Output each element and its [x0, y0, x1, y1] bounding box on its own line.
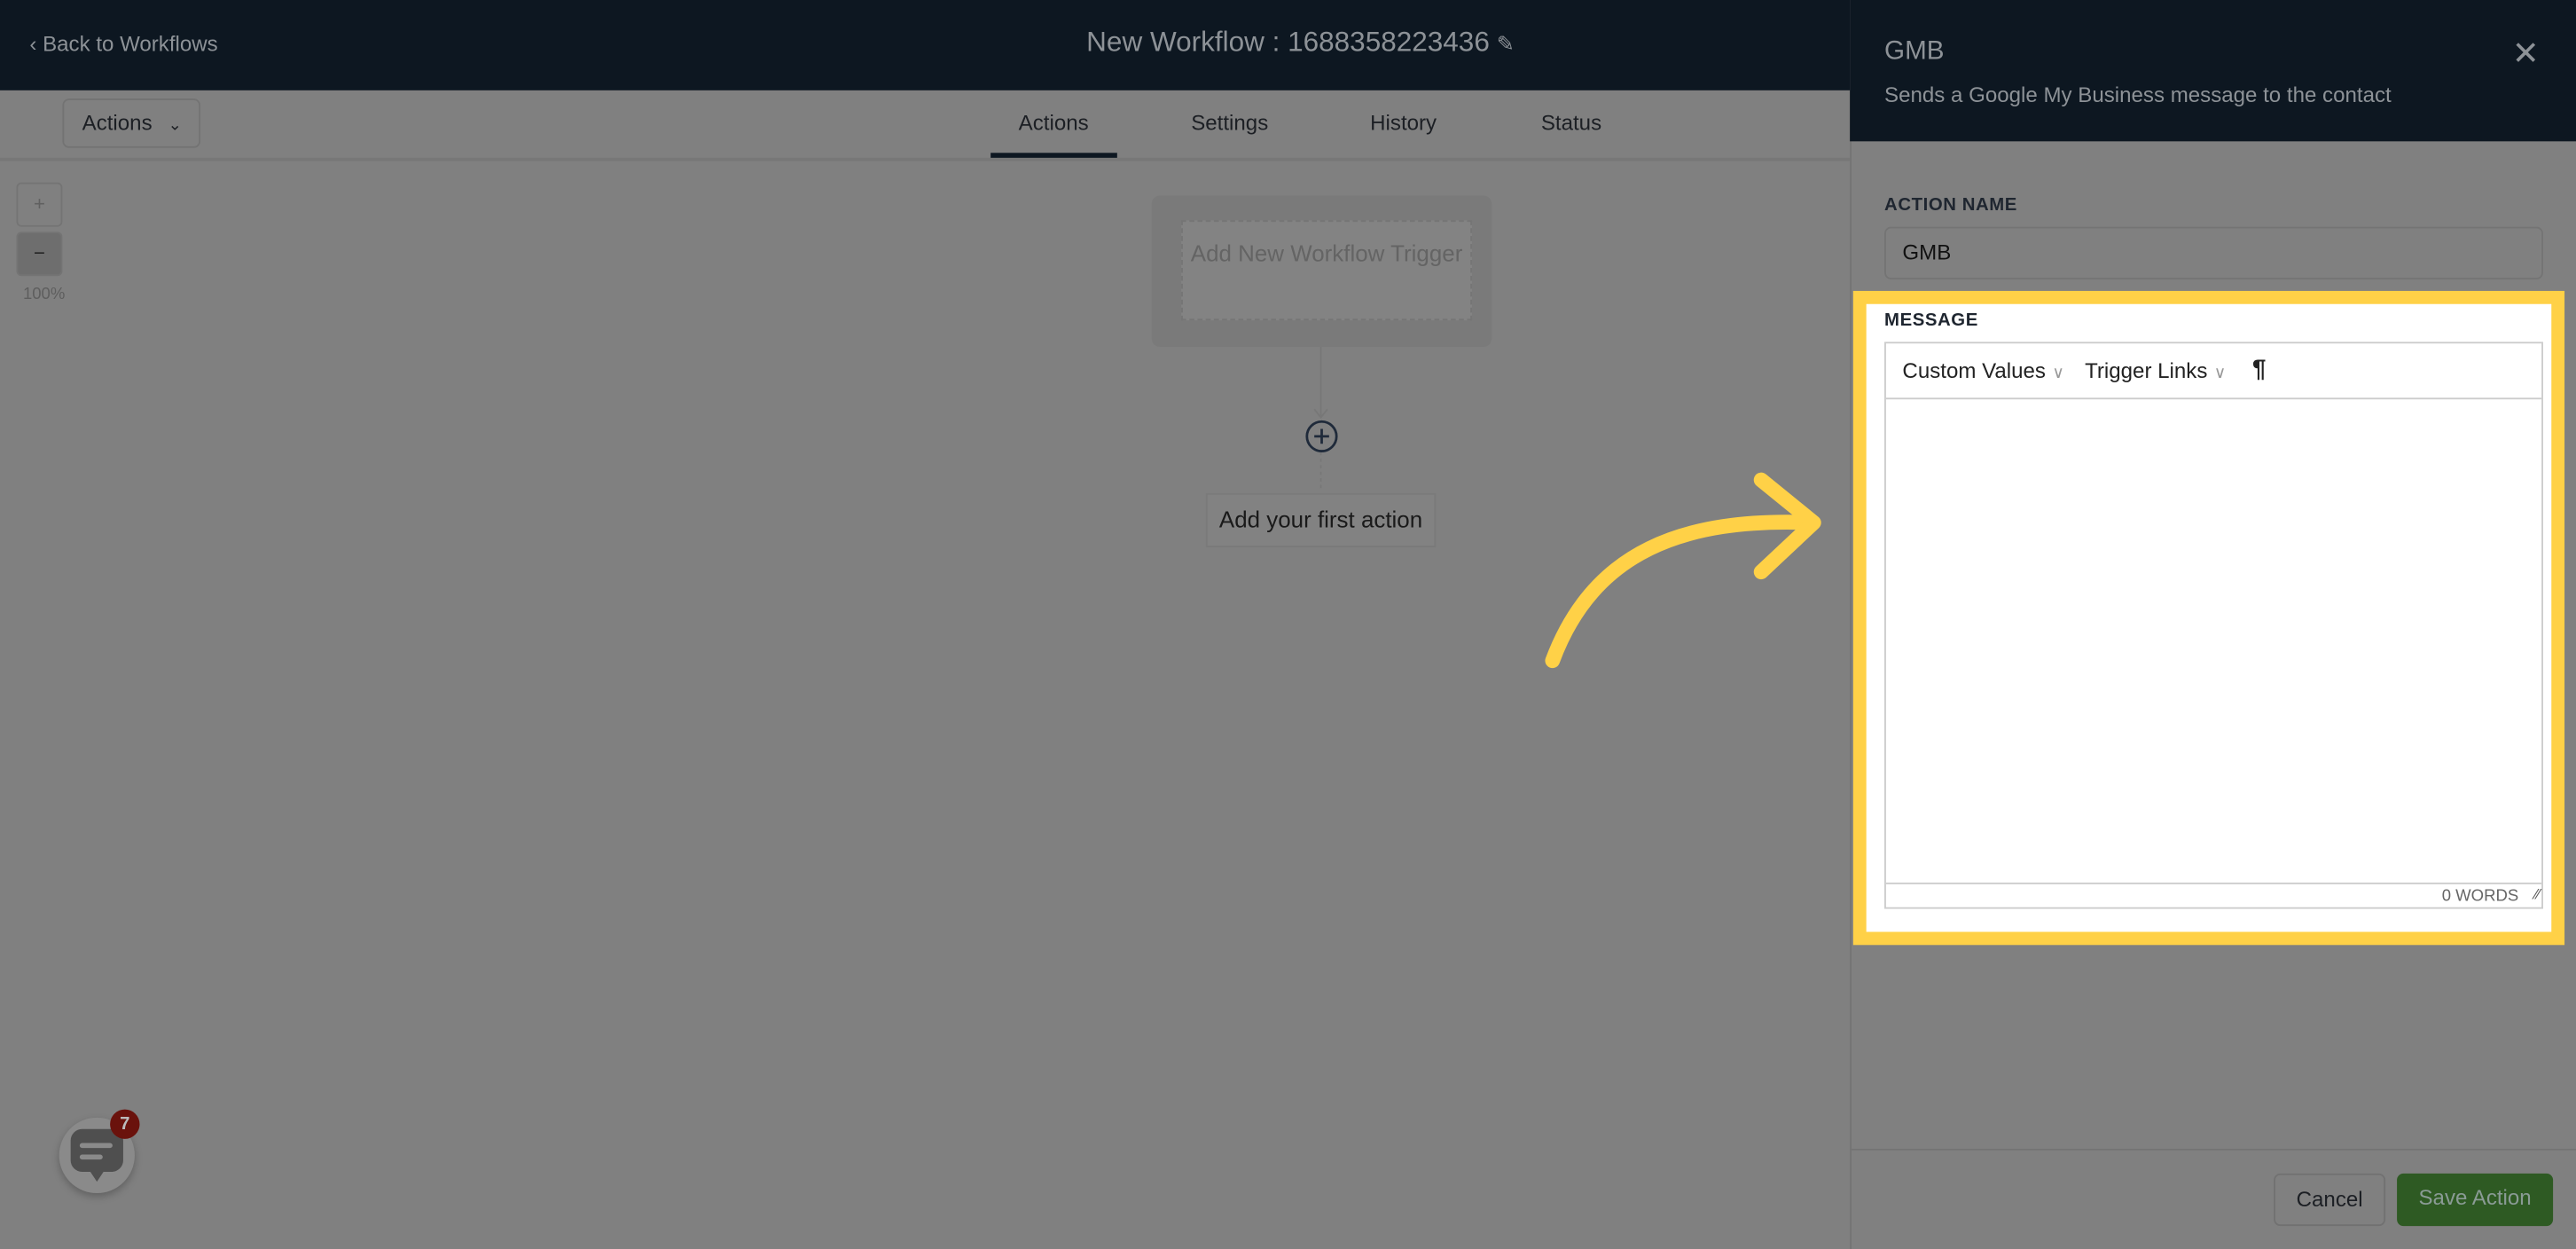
- message-label: MESSAGE: [1884, 310, 1978, 331]
- tab-settings[interactable]: Settings: [1191, 110, 1268, 135]
- add-trigger-button[interactable]: Add New Workflow Trigger: [1181, 220, 1473, 321]
- add-first-action-button[interactable]: Add your first action: [1205, 492, 1437, 547]
- actions-dropdown[interactable]: Actions ⌄: [62, 98, 201, 148]
- chevron-down-icon: ∨: [2052, 365, 2064, 383]
- tab-status[interactable]: Status: [1541, 110, 1601, 135]
- cancel-button[interactable]: Cancel: [2274, 1173, 2386, 1227]
- arrow-annotation-icon: [1545, 472, 1821, 669]
- action-name-label: ACTION NAME: [1884, 195, 2017, 216]
- word-count: 0 WORDS: [2441, 887, 2519, 906]
- back-to-workflows-link[interactable]: ‹ Back to Workflows: [29, 31, 217, 56]
- panel-header: [1850, 0, 2576, 142]
- add-action-plus-icon[interactable]: [1304, 419, 1339, 453]
- active-tab-indicator: [990, 153, 1117, 158]
- zoom-in-button[interactable]: +: [16, 182, 63, 227]
- resize-handle-icon[interactable]: ⁄⁄: [2535, 886, 2541, 903]
- panel-title: GMB: [1884, 37, 1945, 67]
- pencil-icon[interactable]: ✎: [1497, 31, 1515, 58]
- zoom-level: 100%: [22, 286, 66, 304]
- tab-actions[interactable]: Actions: [1019, 110, 1089, 135]
- chevron-down-icon: ⌄: [168, 116, 183, 135]
- save-action-button[interactable]: Save Action: [2397, 1173, 2554, 1227]
- panel-subtitle: Sends a Google My Business message to th…: [1884, 82, 2392, 107]
- footer-divider: [1850, 1149, 2576, 1151]
- tab-history[interactable]: History: [1370, 110, 1437, 135]
- action-name-input[interactable]: GMB: [1884, 226, 2543, 279]
- notification-badge: 7: [110, 1109, 140, 1139]
- message-textarea[interactable]: [1886, 399, 2541, 881]
- zoom-out-button[interactable]: −: [16, 232, 63, 277]
- trigger-links-dropdown[interactable]: Trigger Links ∨: [2085, 358, 2226, 383]
- message-editor[interactable]: Custom Values ∨ Trigger Links ∨ ¶ 0 WORDS …: [1884, 342, 2543, 909]
- custom-values-dropdown[interactable]: Custom Values ∨: [1902, 358, 2064, 383]
- close-icon[interactable]: ✕: [2512, 33, 2540, 74]
- chevron-down-icon: ∨: [2213, 365, 2227, 383]
- editor-footer: 0 WORDS ⁄⁄: [1885, 882, 2542, 909]
- chevron-left-icon: ‹: [29, 31, 43, 56]
- paragraph-icon[interactable]: ¶: [2252, 355, 2266, 382]
- editor-toolbar: Custom Values ∨ Trigger Links ∨ ¶: [1885, 343, 2542, 400]
